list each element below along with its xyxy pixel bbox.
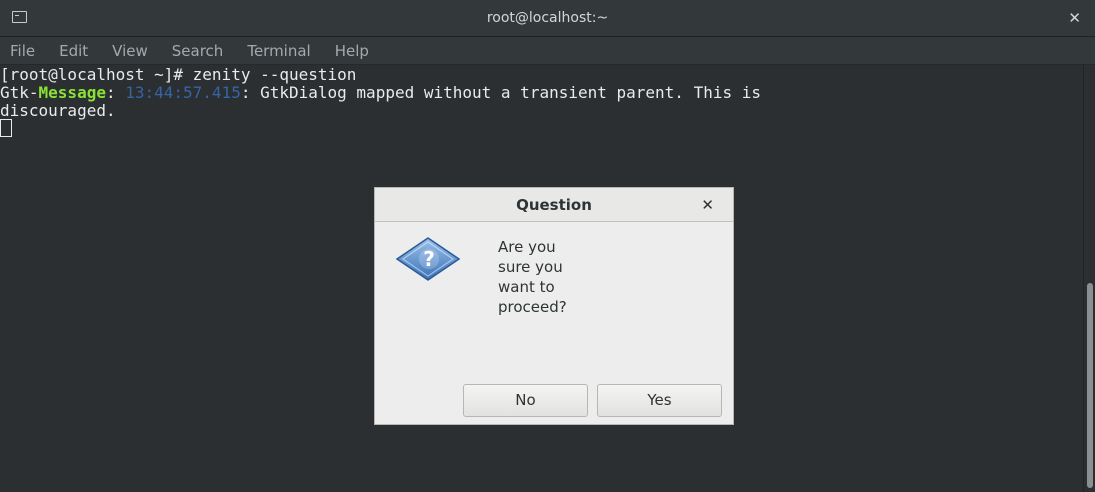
message-colon: :	[105, 83, 126, 102]
menu-edit[interactable]: Edit	[59, 42, 88, 60]
title-bar: root@localhost:~ ✕	[0, 0, 1095, 37]
terminal-line-command: [root@localhost ~]# zenity --question	[0, 65, 357, 84]
dialog-message-line: sure you	[498, 258, 563, 276]
dialog-message-line: Are you	[498, 238, 556, 256]
menu-search[interactable]: Search	[172, 42, 224, 60]
window-title: root@localhost:~	[486, 10, 609, 26]
menu-bar: File Edit View Search Terminal Help	[0, 37, 1095, 65]
message-tag: Message	[38, 83, 106, 102]
dialog-header: Question ✕	[375, 188, 733, 222]
menu-terminal[interactable]: Terminal	[247, 42, 310, 60]
dialog-title: Question	[516, 196, 592, 214]
message-text: : GtkDialog mapped without a transient p…	[240, 83, 761, 102]
dialog-message-line: want to	[498, 278, 555, 296]
dialog-message: Are you sure you want to proceed?	[498, 237, 608, 317]
scrollbar[interactable]	[1083, 65, 1095, 492]
message-timestamp: 13:44:57.415	[125, 83, 241, 102]
menu-help[interactable]: Help	[335, 42, 369, 60]
question-dialog: Question ✕ ? Are you sure you want to pr…	[374, 187, 734, 425]
menu-file[interactable]: File	[10, 42, 35, 60]
gtk-prefix: Gtk-	[0, 83, 39, 102]
no-button[interactable]: No	[463, 384, 588, 417]
svg-text:?: ?	[423, 247, 435, 271]
yes-button[interactable]: Yes	[597, 384, 722, 417]
scrollbar-thumb[interactable]	[1087, 283, 1093, 488]
question-icon: ?	[395, 237, 461, 281]
menu-view[interactable]: View	[112, 42, 148, 60]
terminal-line-message: Gtk-Message: 13:44:57.415: GtkDialog map…	[0, 84, 761, 102]
terminal-line-wrap: discouraged.	[0, 101, 116, 120]
close-icon[interactable]: ✕	[1068, 0, 1081, 37]
dialog-message-line: proceed?	[498, 298, 567, 316]
dialog-close-icon[interactable]: ✕	[701, 188, 714, 222]
terminal-cursor	[0, 119, 12, 137]
